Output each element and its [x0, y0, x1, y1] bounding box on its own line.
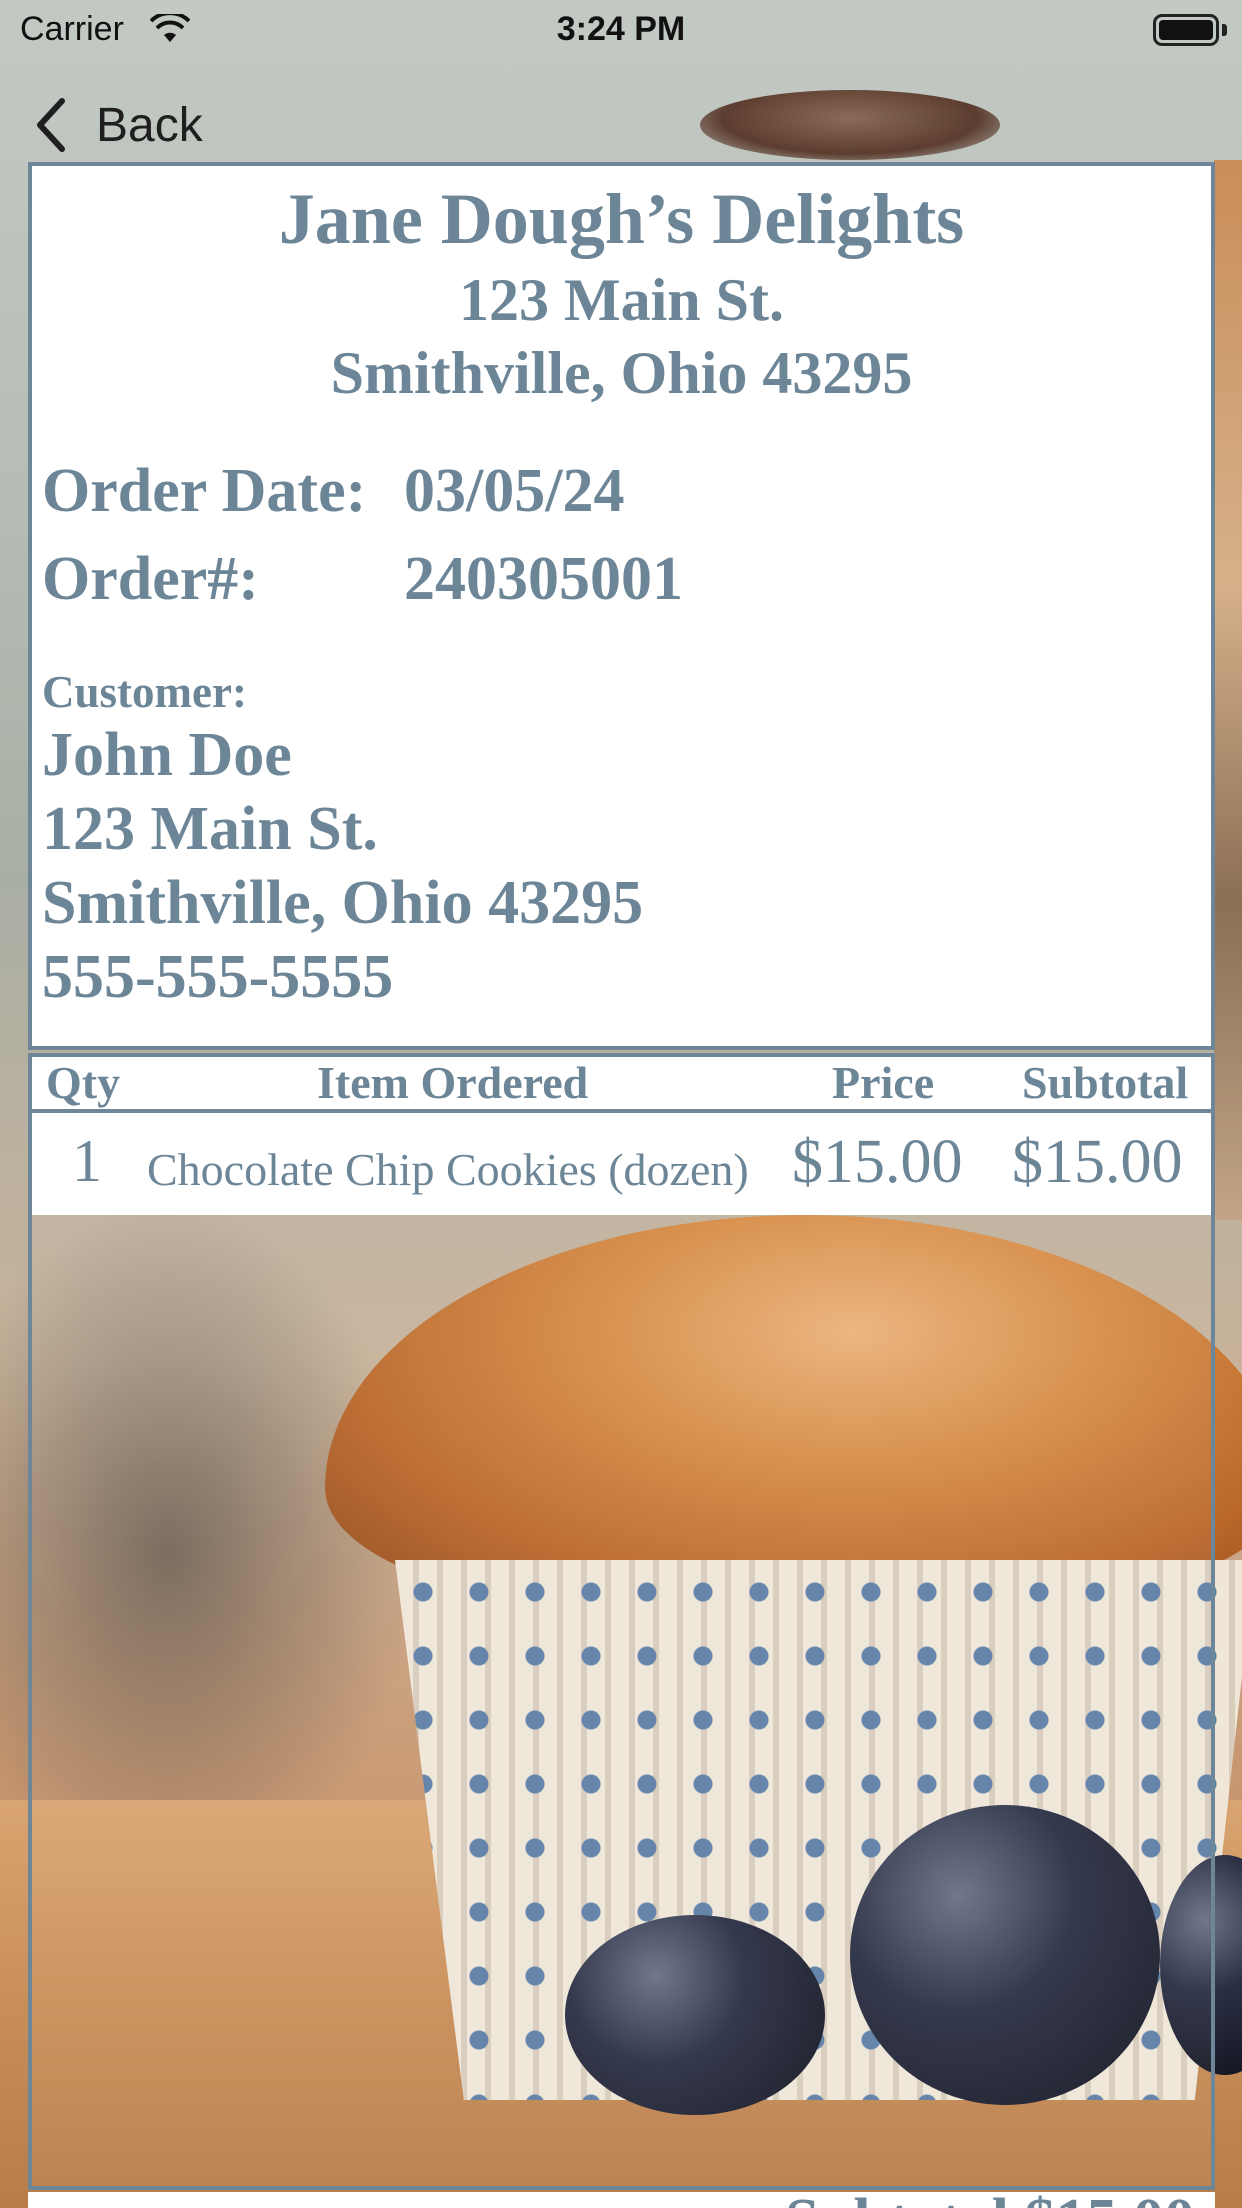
column-header-subtotal: Subtotal	[1022, 1057, 1189, 1108]
column-header-item: Item Ordered	[317, 1057, 589, 1108]
battery-nub	[1222, 24, 1227, 36]
table-row: 1 Chocolate Chip Cookies (dozen) $15.00 …	[28, 1113, 1215, 1215]
customer-address-line2: Smithville, Ohio 43295	[42, 869, 644, 937]
business-address-line1: 123 Main St.	[458, 267, 785, 333]
receipt-header: Jane Dough’s Delights 123 Main St. Smith…	[28, 162, 1215, 1050]
customer-name: John Doe	[42, 721, 292, 789]
background-photo-detail	[1214, 160, 1242, 1220]
order-date-value: 03/05/24	[404, 457, 625, 525]
clock: 3:24 PM	[556, 10, 686, 48]
order-number-value: 240305001	[404, 545, 683, 613]
order-table-header: Qty Item Ordered Price Subtotal	[28, 1053, 1215, 1113]
back-button[interactable]: Back	[32, 90, 203, 160]
background-photo-detail	[700, 90, 1000, 160]
column-header-qty: Qty	[46, 1057, 121, 1108]
business-address-line2: Smithville, Ohio 43295	[330, 340, 913, 406]
battery-icon	[1153, 14, 1219, 46]
row-price: $15.00	[792, 1128, 963, 1196]
footer-subtotal: Subtotal $15.00	[785, 2192, 1195, 2208]
order-number-label: Order#:	[42, 545, 259, 613]
business-name: Jane Dough’s Delights	[278, 179, 965, 259]
status-bar: Carrier 3:24 PM	[0, 0, 1242, 62]
row-item: Chocolate Chip Cookies (dozen)	[147, 1144, 749, 1195]
row-subtotal: $15.00	[1012, 1128, 1183, 1196]
customer-address-line1: 123 Main St.	[42, 795, 378, 863]
chevron-left-icon	[37, 98, 65, 152]
back-label: Back	[96, 98, 203, 152]
receipt-footer: Subtotal $15.00	[28, 2192, 1215, 2208]
customer-phone: 555-555-5555	[42, 943, 394, 1011]
column-header-price: Price	[832, 1057, 935, 1108]
row-qty: 1	[72, 1128, 102, 1194]
receipt-body-frame	[28, 1215, 1215, 2190]
customer-label: Customer:	[42, 667, 247, 717]
order-date-label: Order Date:	[42, 457, 367, 525]
